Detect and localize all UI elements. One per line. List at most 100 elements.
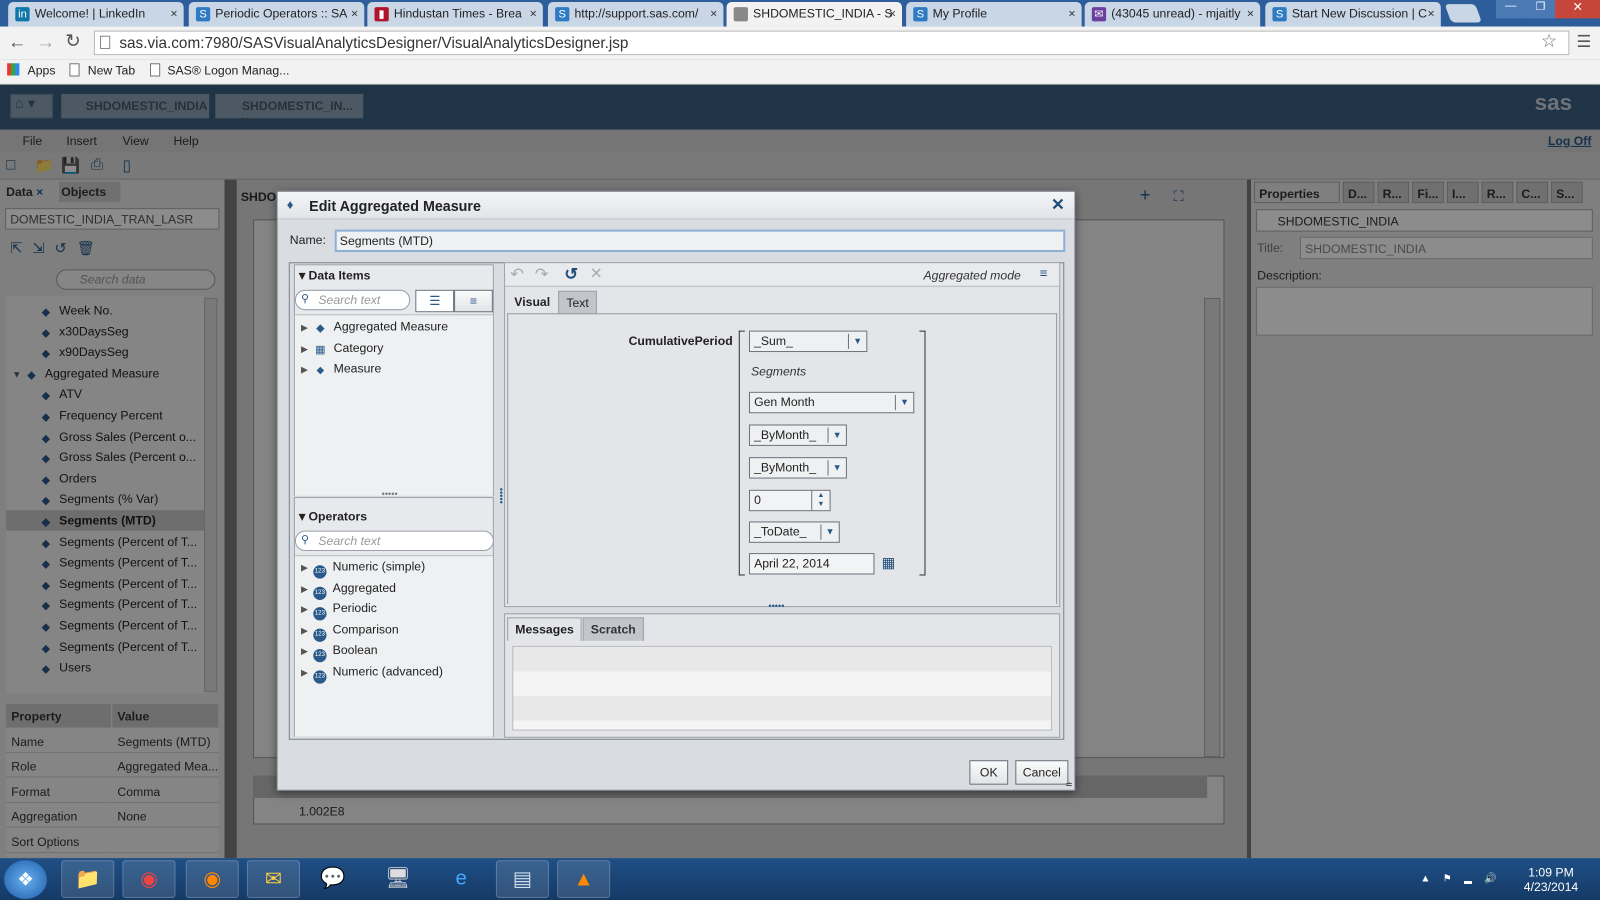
operator-group[interactable]: ▶ 123 Boolean (301, 643, 378, 663)
gtalk-taskbar-icon[interactable]: 💬 (306, 860, 359, 898)
data-items-list: ▶ ◆ Aggregated Measure ▶ ▦ Category ▶ ⬥ Measure (294, 314, 493, 496)
expand-arrow-icon[interactable]: ▶ (301, 343, 313, 354)
operator-group[interactable]: ▶ 123 Numeric (simple) (301, 559, 425, 579)
date-item-select[interactable]: Gen Month ▼ (748, 391, 915, 414)
close-tab-icon[interactable]: × (889, 6, 896, 20)
bookmark-new-tab[interactable]: New Tab (88, 63, 135, 77)
editor-menu-icon[interactable]: ≡ (1040, 265, 1048, 280)
close-tab-icon[interactable]: × (710, 6, 717, 20)
browser-tab[interactable]: S Start New Discussion | C × (1265, 2, 1441, 27)
operators-search[interactable]: Search text (294, 530, 494, 552)
redo-icon[interactable]: ↷ (535, 264, 549, 284)
minimize-button[interactable]: — (1495, 0, 1526, 19)
expand-arrow-icon[interactable]: ▶ (301, 562, 313, 573)
ie-taskbar-icon[interactable]: e (435, 860, 488, 898)
name-input[interactable]: Segments (MTD) (334, 229, 1066, 253)
close-tab-icon[interactable]: × (170, 6, 177, 20)
stepper-arrows-icon[interactable]: ▲ ▼ (811, 490, 829, 511)
data-item-group[interactable]: ▶ ▦ Category (301, 340, 383, 355)
url-input[interactable]: sas.via.com:7980/SASVisualAnalyticsDesig… (93, 30, 1570, 56)
operator-group-label: Aggregated (332, 580, 396, 595)
chrome-taskbar-icon[interactable]: ◉ (122, 860, 176, 898)
operators-pane: ▾ Operators Search text ⚲ ▶ 123 Numeric (s… (293, 496, 494, 737)
tab-messages[interactable]: Messages (507, 617, 583, 641)
dialog-titlebar[interactable]: ♦ Edit Aggregated Measure ✕ (277, 191, 1075, 220)
date-input[interactable]: April 22, 2014 (748, 553, 875, 575)
expand-arrow-icon[interactable]: ▶ (301, 604, 313, 615)
data-items-search[interactable]: Search text (294, 289, 411, 311)
browser-tab[interactable]: ✉ (43045 unread) - mjaitly × (1084, 2, 1261, 27)
search-icon: ⚲ (301, 533, 310, 546)
measure-name[interactable]: Segments (751, 364, 806, 378)
expand-arrow-icon[interactable]: ▶ (301, 583, 313, 594)
close-dialog-button[interactable]: ✕ (1051, 195, 1065, 215)
vlc-taskbar-icon[interactable]: ▲ (557, 860, 611, 898)
interval-select[interactable]: _ByMonth_ ▼ (748, 424, 847, 446)
name-value: Segments (MTD) (339, 233, 434, 248)
expand-arrow-icon[interactable]: ▶ (301, 322, 313, 333)
tab-scratch[interactable]: Scratch (582, 617, 644, 641)
ok-button[interactable]: OK (969, 760, 1009, 785)
operators-header[interactable]: ▾ Operators (299, 509, 367, 523)
reset-icon[interactable]: ↺ (564, 264, 578, 284)
browser-tab[interactable]: SHDOMESTIC_INDIA - S × (726, 2, 903, 27)
expand-arrow-icon[interactable]: ▶ (301, 646, 313, 657)
expand-arrow-icon[interactable]: ▶ (301, 364, 313, 375)
browser-tab[interactable]: in Welcome! | LinkedIn × (8, 2, 184, 27)
clear-icon[interactable]: ✕ (590, 264, 603, 282)
clock[interactable]: 1:09 PM 4/23/2014 (1518, 865, 1583, 894)
explorer-taskbar-icon[interactable]: 📁 (61, 860, 115, 898)
menu-icon[interactable]: ☰ (1577, 32, 1592, 52)
list-view-button[interactable]: ☰ (415, 289, 455, 313)
undo-icon[interactable]: ↶ (510, 264, 524, 284)
reload-icon[interactable]: ↻ (65, 31, 80, 52)
network-taskbar-icon[interactable]: 🖥 (371, 860, 424, 898)
expand-arrow-icon[interactable]: ▶ (301, 625, 313, 636)
splitter-handle[interactable]: ••••• (768, 601, 784, 611)
data-items-title: Data Items (308, 268, 371, 283)
new-tab-button[interactable] (1444, 4, 1482, 23)
cancel-button[interactable]: Cancel (1015, 760, 1069, 785)
bookmark-apps[interactable]: Apps (28, 63, 56, 77)
close-bracket (919, 330, 926, 576)
browser-tab[interactable]: ▮ Hindustan Times - Brea × (367, 2, 543, 27)
data-items-header[interactable]: ▾ Data Items (299, 268, 370, 282)
data-item-group[interactable]: ▶ ⬥ Measure (301, 361, 381, 376)
operator-group[interactable]: ▶ 123 Aggregated (301, 580, 396, 600)
outlook-taskbar-icon[interactable]: ✉ (246, 860, 300, 898)
browser-tab[interactable]: S Periodic Operators :: SA × (188, 2, 365, 27)
forward-icon[interactable]: → (37, 32, 55, 53)
aggregation-select[interactable]: _Sum_ ▼ (748, 330, 868, 353)
firefox-taskbar-icon[interactable]: ◉ (185, 860, 239, 898)
close-window-button[interactable]: ✕ (1555, 0, 1600, 19)
start-button[interactable]: ❖ (4, 860, 47, 899)
close-tab-icon[interactable]: × (1068, 6, 1075, 20)
close-tab-icon[interactable]: × (351, 6, 358, 20)
operator-group[interactable]: ▶ 123 Periodic (301, 601, 377, 621)
bookmark-star-icon[interactable]: ☆ (1541, 31, 1557, 52)
date-value: April 22, 2014 (754, 556, 830, 571)
restore-button[interactable]: ❐ (1525, 0, 1556, 19)
close-tab-icon[interactable]: × (1247, 6, 1254, 20)
operator-group[interactable]: ▶ 123 Comparison (301, 622, 399, 642)
offset-stepper[interactable]: 0 ▲ ▼ (748, 489, 831, 512)
remote-desktop-taskbar-icon[interactable]: ▤ (495, 860, 549, 898)
tab-visual[interactable]: Visual (507, 290, 558, 315)
tab-text[interactable]: Text (558, 290, 597, 315)
bookmark-sas-logon[interactable]: SAS® Logon Manag... (167, 63, 289, 77)
data-item-group[interactable]: ▶ ◆ Aggregated Measure (301, 319, 448, 334)
function-name[interactable]: CumulativePeriod (629, 334, 733, 348)
expand-arrow-icon[interactable]: ▶ (301, 667, 313, 678)
tree-view-button[interactable]: ≡ (454, 289, 493, 313)
operator-group[interactable]: ▶ 123 Numeric (advanced) (301, 664, 443, 684)
calendar-icon[interactable]: ▦ (882, 554, 896, 571)
back-icon[interactable]: ← (8, 32, 26, 53)
period-select[interactable]: _ToDate_ ▼ (748, 521, 840, 543)
close-tab-icon[interactable]: × (530, 6, 537, 20)
scope-select[interactable]: _ByMonth_ ▼ (748, 457, 847, 479)
browser-tab[interactable]: Shttp://support.sas.com/ × (547, 2, 724, 27)
browser-tab[interactable]: S My Profile × (906, 2, 1082, 27)
resize-grip[interactable]: ≐ (1065, 780, 1073, 791)
close-tab-icon[interactable]: × (1428, 6, 1435, 20)
tray-icons[interactable]: ▲⚑▂🔊 (1420, 873, 1509, 884)
